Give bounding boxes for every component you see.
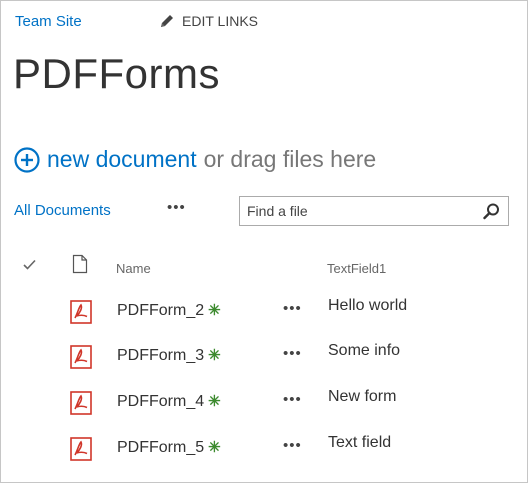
new-item-icon: ✳: [208, 439, 221, 456]
list-item: PDFForm_5 ✳ ••• Text field: [0, 434, 526, 480]
team-site-link[interactable]: Team Site: [15, 13, 82, 30]
textfield-value: Hello world: [328, 297, 408, 314]
file-name-text: PDFForm_3: [117, 347, 205, 364]
column-header-textfield1[interactable]: TextField1: [327, 261, 386, 276]
page-title: PDFForms: [13, 50, 220, 97]
pdf-icon: [70, 437, 92, 461]
list-item: PDFForm_3 ✳ ••• Some info: [0, 342, 526, 388]
new-item-icon: ✳: [208, 302, 221, 319]
file-name-link[interactable]: PDFForm_4 ✳: [117, 392, 221, 411]
textfield-value: Some info: [328, 342, 401, 359]
search-input[interactable]: [240, 197, 477, 225]
pdf-icon: [70, 300, 92, 324]
file-name-text: PDFForm_4: [117, 393, 205, 410]
file-name-text: PDFForm_5: [117, 439, 205, 456]
edit-links-button[interactable]: EDIT LINKS: [160, 13, 258, 29]
column-header-name[interactable]: Name: [116, 261, 151, 276]
pdf-icon: [70, 345, 92, 369]
drag-files-hint: or drag files here: [203, 146, 377, 172]
file-name-link[interactable]: PDFForm_2 ✳: [117, 301, 221, 320]
plus-circle-icon[interactable]: [14, 146, 40, 173]
row-more-button[interactable]: •••: [283, 300, 302, 317]
search-icon[interactable]: [483, 203, 500, 220]
file-name-text: PDFForm_2: [117, 302, 205, 319]
edit-links-label: EDIT LINKS: [182, 13, 258, 29]
new-document-link[interactable]: new document: [47, 146, 197, 173]
pencil-icon: [161, 15, 173, 27]
select-all-check-icon[interactable]: [23, 259, 36, 270]
list-item: PDFForm_2 ✳ ••• Hello world: [0, 297, 526, 343]
textfield-value: New form: [328, 388, 397, 405]
list-item: PDFForm_4 ✳ ••• New form: [0, 388, 526, 434]
row-more-button[interactable]: •••: [283, 437, 302, 454]
textfield-value: Text field: [328, 434, 392, 451]
search-box: [239, 196, 509, 226]
row-more-button[interactable]: •••: [283, 345, 302, 362]
pdf-icon: [70, 391, 92, 415]
view-all-documents[interactable]: All Documents: [14, 202, 111, 219]
file-name-link[interactable]: PDFForm_5 ✳: [117, 438, 221, 457]
new-item-icon: ✳: [208, 347, 221, 364]
view-more-ellipsis[interactable]: •••: [167, 199, 186, 216]
new-document-bar: new document or drag files here: [14, 146, 376, 173]
row-more-button[interactable]: •••: [283, 391, 302, 408]
file-name-link[interactable]: PDFForm_3 ✳: [117, 346, 221, 365]
new-item-icon: ✳: [208, 393, 221, 410]
document-icon: [72, 254, 88, 274]
